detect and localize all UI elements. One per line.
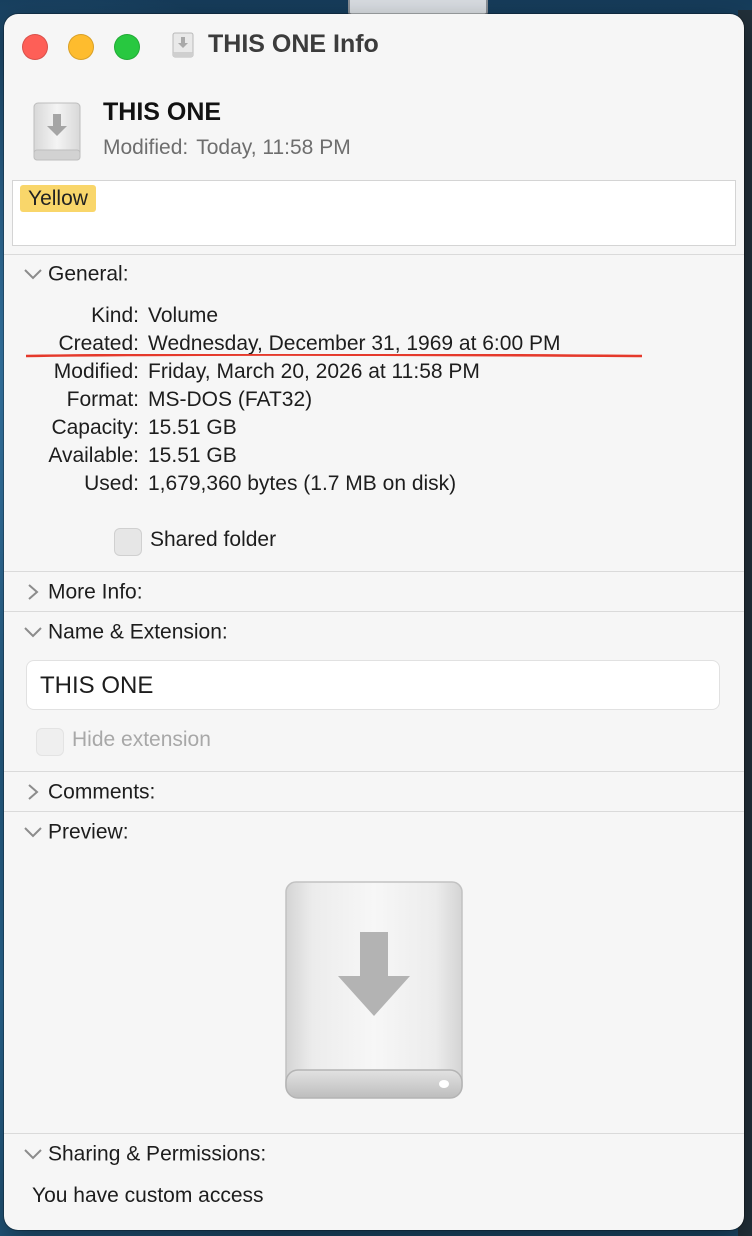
info-window: THIS ONE Info THIS ONE Modified: Today, 1…	[4, 14, 744, 1230]
comments-label: Comments:	[48, 780, 156, 804]
volume-icon	[33, 102, 81, 161]
sharing-section-toggle[interactable]: Sharing & Permissions:	[20, 1142, 266, 1170]
info-key: Modified:	[53, 360, 139, 383]
info-row-available: Available: 15.51 GB	[4, 444, 744, 472]
divider	[4, 254, 744, 255]
window-title: THIS ONE Info	[208, 30, 379, 58]
info-value: MS-DOS (FAT32)	[148, 388, 313, 411]
chevron-right-icon	[28, 584, 39, 601]
drive-icon	[172, 32, 194, 58]
info-row-kind: Kind: Volume	[4, 304, 744, 332]
info-row-capacity: Capacity: 15.51 GB	[4, 416, 744, 444]
divider	[4, 1133, 744, 1134]
divider	[4, 611, 744, 612]
title-bar[interactable]: THIS ONE Info	[4, 14, 744, 76]
access-status: You have custom access	[32, 1184, 264, 1207]
modified-summary-label: Modified:	[103, 136, 189, 159]
more-info-label: More Info:	[48, 580, 143, 604]
divider	[4, 571, 744, 572]
chevron-right-icon	[28, 784, 39, 801]
info-value: 1,679,360 bytes (1.7 MB on disk)	[148, 472, 457, 495]
tag-yellow[interactable]: Yellow	[20, 185, 96, 212]
preview-section-toggle[interactable]: Preview:	[20, 820, 129, 848]
divider	[4, 811, 744, 812]
info-value: Volume	[148, 304, 219, 327]
info-value: Friday, March 20, 2026 at 11:58 PM	[148, 360, 480, 383]
chevron-down-icon	[24, 627, 42, 638]
preview-label: Preview:	[48, 820, 129, 844]
modified-summary-value: Today, 11:58 PM	[196, 136, 351, 159]
chevron-down-icon	[24, 1149, 42, 1160]
hide-extension-label: Hide extension	[72, 728, 211, 751]
info-key: Kind:	[91, 304, 139, 327]
info-row-used: Used: 1,679,360 bytes (1.7 MB on disk)	[4, 472, 744, 500]
volume-name: THIS ONE	[103, 98, 222, 126]
info-value: 15.51 GB	[148, 444, 237, 467]
info-value: Wednesday, December 31, 1969 at 6:00 PM	[148, 332, 561, 355]
info-value: 15.51 GB	[148, 416, 237, 439]
chevron-down-icon	[24, 269, 42, 280]
info-row-format: Format: MS-DOS (FAT32)	[4, 388, 744, 416]
more-info-section-toggle[interactable]: More Info:	[20, 580, 143, 608]
info-key: Available:	[48, 444, 139, 467]
tags-field[interactable]: Yellow	[12, 180, 736, 246]
hide-extension-checkbox[interactable]	[36, 728, 64, 756]
external-drive-icon	[285, 881, 463, 1099]
general-label: General:	[48, 262, 129, 286]
general-section-toggle[interactable]: General:	[20, 262, 129, 290]
info-row-modified: Modified: Friday, March 20, 2026 at 11:5…	[4, 360, 744, 388]
shared-folder-label: Shared folder	[150, 528, 277, 551]
info-key: Capacity:	[51, 416, 139, 439]
red-annotation-underline	[26, 354, 642, 358]
name-extension-label: Name & Extension:	[48, 620, 228, 644]
shared-folder-checkbox[interactable]	[114, 528, 142, 556]
sharing-label: Sharing & Permissions:	[48, 1142, 267, 1166]
info-key: Created:	[58, 332, 139, 355]
minimize-button[interactable]	[68, 34, 94, 60]
name-input[interactable]: THIS ONE	[26, 660, 720, 710]
chevron-down-icon	[24, 827, 42, 838]
info-key: Format:	[66, 388, 139, 411]
divider	[4, 771, 744, 772]
zoom-button[interactable]	[114, 34, 140, 60]
name-extension-section-toggle[interactable]: Name & Extension:	[20, 620, 228, 648]
close-button[interactable]	[22, 34, 48, 60]
info-key: Used:	[84, 472, 139, 495]
modified-summary: Modified: Today, 11:58 PM	[103, 136, 359, 160]
comments-section-toggle[interactable]: Comments:	[20, 780, 155, 808]
